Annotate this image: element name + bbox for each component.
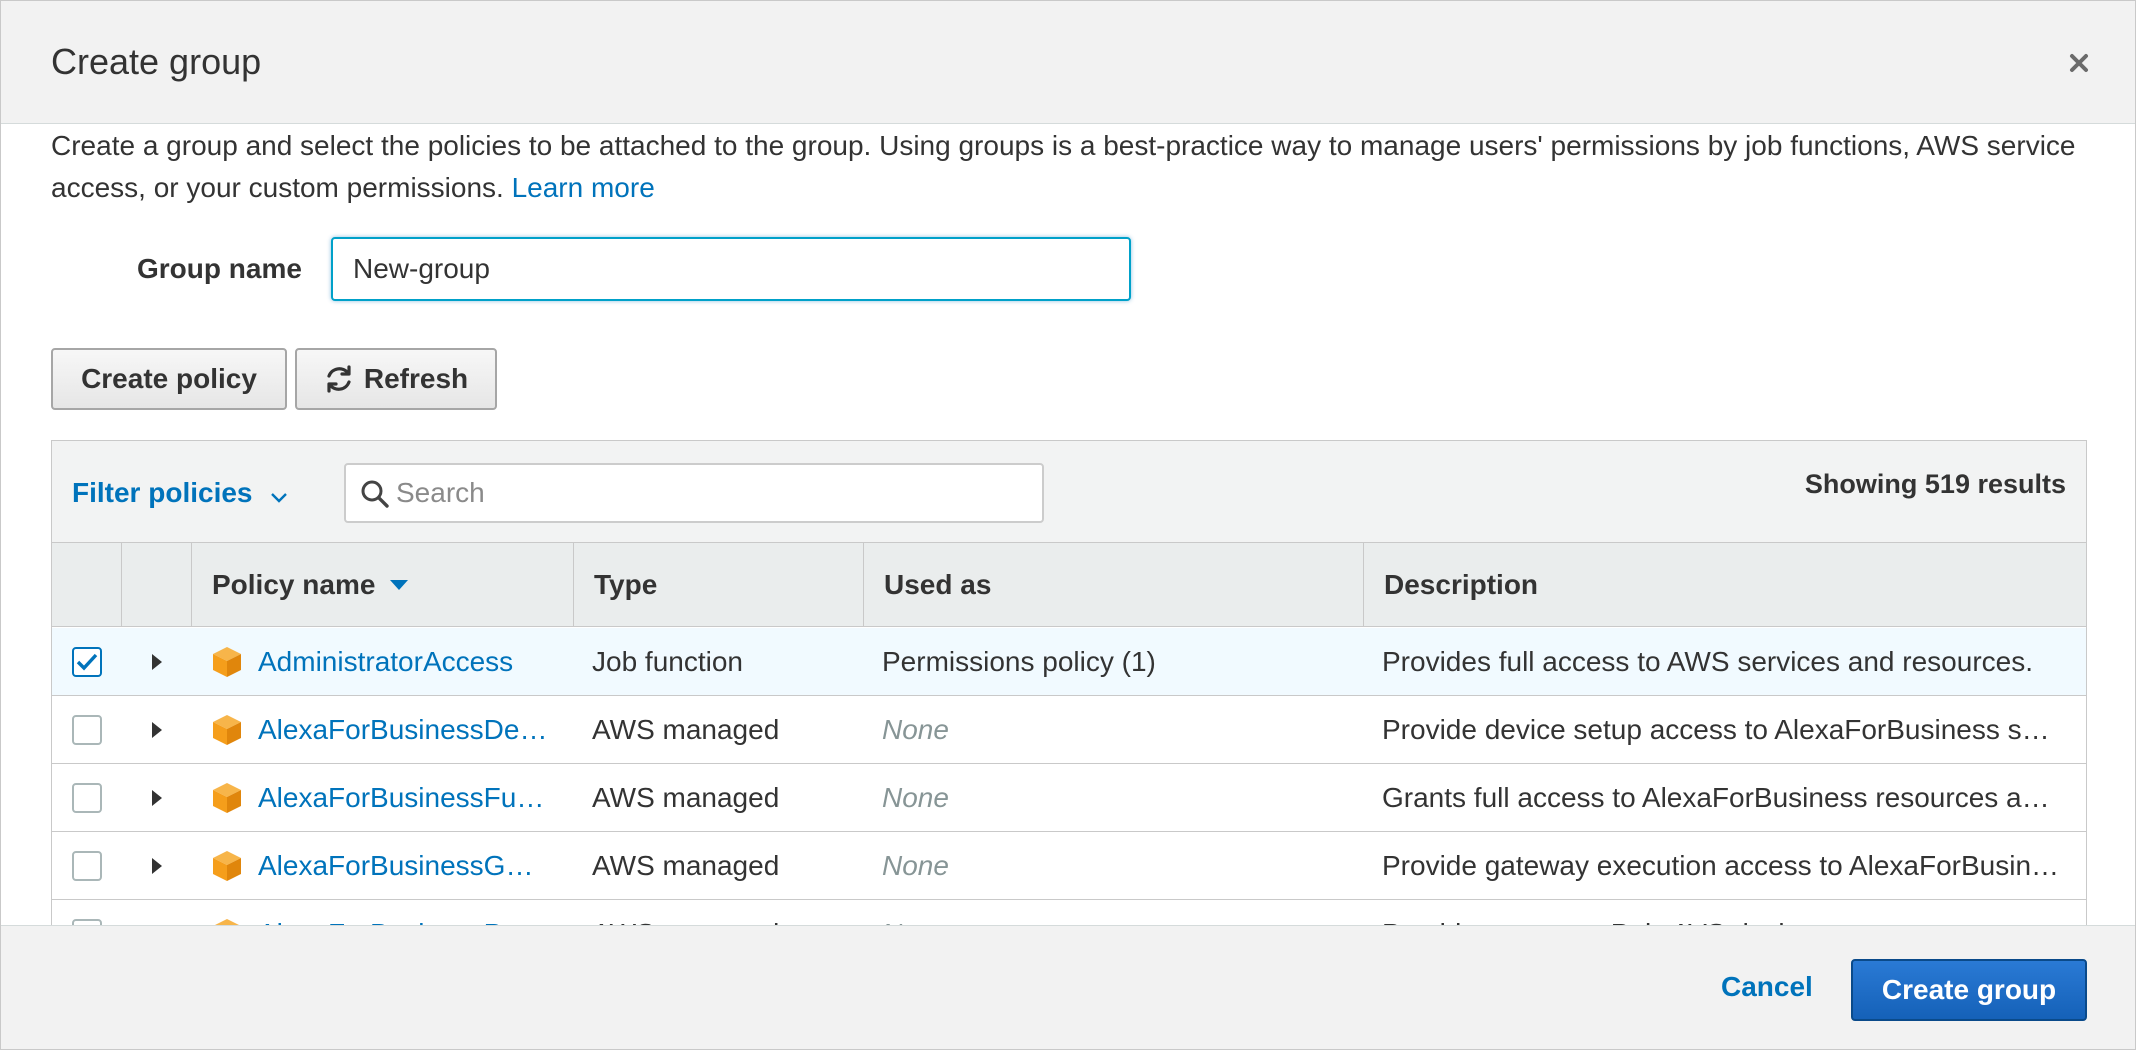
checkmark-icon xyxy=(76,653,98,671)
chevron-down-icon xyxy=(270,479,288,511)
header-policy-name-label: Policy name xyxy=(212,569,376,600)
dialog-title: Create group xyxy=(51,41,262,82)
dialog-footer: Cancel Create group xyxy=(1,925,2135,1049)
header-description-label: Description xyxy=(1384,569,1539,600)
policy-description: Grants full access to AlexaForBusiness r… xyxy=(1382,782,2050,813)
sort-descending-icon xyxy=(390,580,409,590)
row-select[interactable] xyxy=(52,832,122,900)
policy-type: AWS managed xyxy=(592,850,780,881)
table-header: Policy name Type Used as Description xyxy=(52,543,2086,627)
policy-used-as: None xyxy=(882,850,949,881)
refresh-button[interactable]: Refresh xyxy=(295,348,497,410)
group-name-input[interactable] xyxy=(331,237,1131,301)
caret-right-icon xyxy=(152,722,162,738)
expand-toggle[interactable] xyxy=(122,832,192,900)
row-checkbox-checked[interactable] xyxy=(72,647,102,677)
row-checkbox[interactable] xyxy=(72,783,102,813)
caret-right-icon xyxy=(152,858,162,874)
close-icon[interactable] xyxy=(2061,45,2097,81)
policy-type: Job function xyxy=(592,646,743,677)
caret-right-icon xyxy=(152,654,162,670)
header-used-as-label: Used as xyxy=(884,569,992,600)
learn-more-link[interactable]: Learn more xyxy=(512,172,655,203)
policy-description: Provide device setup access to AlexaForB… xyxy=(1382,714,2050,745)
policy-name-link[interactable]: AlexaForBusinessGa… xyxy=(258,850,548,882)
create-group-button[interactable]: Create group xyxy=(1851,959,2087,1021)
header-policy-name[interactable]: Policy name xyxy=(192,543,574,627)
filter-policies-dropdown[interactable]: Filter policies xyxy=(72,477,288,511)
refresh-label: Refresh xyxy=(363,363,469,394)
row-select[interactable] xyxy=(52,764,122,832)
dialog-intro: Create a group and select the policies t… xyxy=(51,125,2091,209)
results-count: Showing 519 results xyxy=(1804,469,2066,499)
policy-type: AWS managed xyxy=(592,782,780,813)
header-type[interactable]: Type xyxy=(574,543,864,627)
refresh-icon xyxy=(327,365,351,393)
policy-name-cell: AlexaForBusinessFul… xyxy=(210,764,600,832)
expand-toggle[interactable] xyxy=(122,696,192,764)
policy-name-link[interactable]: AlexaForBusinessDe… xyxy=(258,714,547,746)
policy-icon xyxy=(213,783,241,813)
policy-icon xyxy=(213,851,241,881)
policy-name-link[interactable]: AdministratorAccess xyxy=(258,646,513,678)
caret-right-icon xyxy=(152,790,162,806)
row-checkbox[interactable] xyxy=(72,715,102,745)
row-select[interactable] xyxy=(52,628,122,696)
policy-type: AWS managed xyxy=(592,714,780,745)
intro-text: Create a group and select the policies t… xyxy=(51,130,2076,203)
header-expand xyxy=(122,543,192,627)
create-policy-label: Create policy xyxy=(81,363,257,394)
create-group-dialog: Create group Create a group and select t… xyxy=(0,0,2136,1050)
cancel-button[interactable]: Cancel xyxy=(1721,971,1813,1003)
create-group-label: Create group xyxy=(1881,974,2057,1005)
policy-name-link[interactable]: AlexaForBusinessFul… xyxy=(258,782,548,814)
filter-bar: Filter policies Showing 519 results xyxy=(52,441,2086,543)
search-icon xyxy=(361,480,389,508)
header-description[interactable]: Description xyxy=(1364,543,2086,627)
table-row[interactable]: AlexaForBusinessDe… AWS managed None Pro… xyxy=(52,696,2086,764)
policy-used-as: None xyxy=(882,782,949,813)
search-box xyxy=(344,463,1044,523)
table-row[interactable]: AdministratorAccess Job function Permiss… xyxy=(52,628,2086,696)
policy-name-cell: AlexaForBusinessGa… xyxy=(210,832,600,900)
header-type-label: Type xyxy=(594,569,658,600)
policy-description: Provide gateway execution access to Alex… xyxy=(1382,850,2060,881)
row-select[interactable] xyxy=(52,696,122,764)
create-policy-button[interactable]: Create policy xyxy=(51,348,287,410)
expand-toggle[interactable] xyxy=(122,628,192,696)
policy-used-as: None xyxy=(882,714,949,745)
expand-toggle[interactable] xyxy=(122,764,192,832)
table-row[interactable]: AlexaForBusinessFul… AWS managed None Gr… xyxy=(52,764,2086,832)
policy-used-as: Permissions policy (1) xyxy=(882,646,1156,677)
header-select xyxy=(52,543,122,627)
dialog-header: Create group xyxy=(1,1,2135,124)
group-name-label: Group name xyxy=(137,253,302,284)
policy-description: Provides full access to AWS services and… xyxy=(1382,646,2033,677)
search-input[interactable] xyxy=(396,465,1036,521)
policy-name-cell: AdministratorAccess xyxy=(210,628,600,696)
policy-icon xyxy=(213,647,241,677)
policy-name-cell: AlexaForBusinessDe… xyxy=(210,696,600,764)
filter-policies-label: Filter policies xyxy=(72,477,253,508)
header-used-as[interactable]: Used as xyxy=(864,543,1364,627)
row-checkbox[interactable] xyxy=(72,851,102,881)
table-row[interactable]: AlexaForBusinessGa… AWS managed None Pro… xyxy=(52,832,2086,900)
policy-icon xyxy=(213,715,241,745)
